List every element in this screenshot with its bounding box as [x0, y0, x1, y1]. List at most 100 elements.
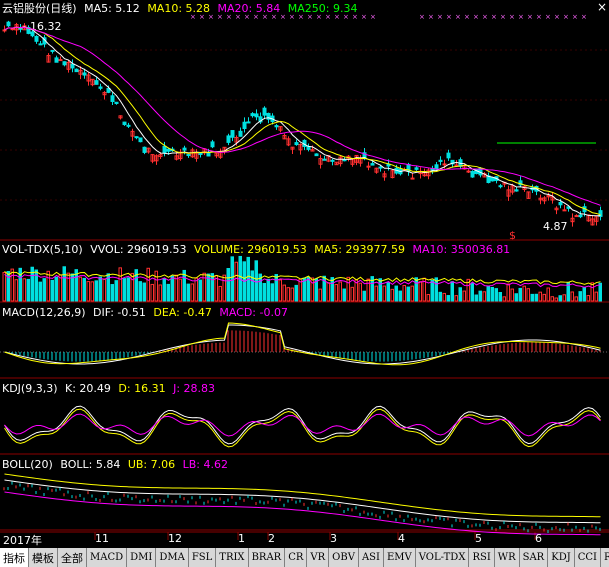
candle [438, 159, 443, 162]
candle [114, 101, 119, 104]
tab-trix[interactable]: TRIX [216, 548, 249, 567]
volume-bar [78, 276, 82, 302]
volume-bar [158, 284, 162, 302]
volume-bar [26, 278, 30, 302]
tab-template[interactable]: 模板 [29, 548, 58, 567]
volume-bar [526, 288, 530, 302]
volume-bar [550, 296, 554, 302]
candle [442, 163, 447, 166]
volume-bar [190, 283, 194, 302]
signal-marker: × [464, 13, 470, 21]
candle [558, 201, 563, 206]
volume-bar [98, 276, 102, 302]
volume-bar [38, 281, 42, 302]
tab-cr[interactable]: CR [285, 548, 308, 567]
volume-bar [530, 293, 534, 302]
candle [514, 189, 519, 192]
candle [246, 121, 251, 124]
chart-canvas[interactable]: × × × × × × × × × × × × × × × × × × × × × × × × × × × × × × × × × × × × × × × × [0, 0, 609, 548]
tab-vol-tdx[interactable]: VOL-TDX [415, 548, 470, 567]
volume-bar [306, 276, 310, 302]
volume-bar [518, 287, 522, 302]
signal-marker: × [428, 13, 434, 21]
candle [378, 166, 383, 169]
tab-sar[interactable]: SAR [519, 548, 549, 567]
tab-kdj[interactable]: KDJ [548, 548, 575, 567]
volume-bar [318, 288, 322, 302]
signal-marker: × [199, 13, 205, 21]
volume-bar [398, 290, 402, 302]
volume-bar [234, 261, 238, 302]
signal-marker: × [280, 13, 286, 21]
tab-cci[interactable]: CCI [574, 548, 601, 567]
volume-bar [22, 278, 26, 302]
volume-bar [250, 270, 254, 302]
signal-marker: × [554, 13, 560, 21]
signal-marker: × [271, 13, 277, 21]
volume-bar [378, 278, 382, 302]
candle [498, 185, 503, 188]
volume-bar [10, 268, 14, 302]
volume-bar [366, 278, 370, 302]
volume-bar [406, 286, 410, 302]
tab-fsl[interactable]: FSL [188, 548, 217, 567]
signal-marker: × [563, 13, 569, 21]
volume-bar [598, 282, 602, 302]
tab-indicator[interactable]: 指标 [0, 548, 29, 567]
volume-bar [542, 293, 546, 302]
volume-bar [418, 281, 422, 302]
candle [126, 124, 131, 127]
tab-roc[interactable]: ROC [600, 548, 609, 567]
tab-obv[interactable]: OBV [329, 548, 359, 567]
candle [138, 137, 143, 143]
volume-bar [198, 279, 202, 302]
tab-asi[interactable]: ASI [358, 548, 384, 567]
tab-dmi[interactable]: DMI [127, 548, 157, 567]
tab-all[interactable]: 全部 [58, 548, 87, 567]
volume-bar [494, 288, 498, 302]
candle [466, 170, 471, 173]
tab-brar[interactable]: BRAR [248, 548, 286, 567]
tab-dma[interactable]: DMA [156, 548, 189, 567]
signal-marker: × [545, 13, 551, 21]
candle [366, 165, 371, 168]
date-label-apr: 4 [398, 532, 405, 545]
volume-bar [290, 287, 294, 302]
candle [206, 152, 211, 157]
candle [210, 141, 215, 148]
candle [122, 121, 127, 126]
signal-marker: × [572, 13, 578, 21]
tab-vr[interactable]: VR [307, 548, 330, 567]
candle [94, 80, 99, 85]
volume-bar [94, 280, 98, 302]
signal-marker: × [527, 13, 533, 21]
signal-marker: × [235, 13, 241, 21]
candle [2, 29, 7, 32]
volume-bar [338, 281, 342, 302]
signal-marker: × [482, 13, 488, 21]
candle [162, 145, 167, 154]
tab-emv[interactable]: EMV [383, 548, 416, 567]
candle [82, 72, 87, 76]
tab-wr[interactable]: WR [494, 548, 520, 567]
candle [18, 27, 23, 30]
signal-marker: × [244, 13, 250, 21]
candle [142, 146, 147, 153]
candle [574, 215, 579, 218]
volume-bar [522, 285, 526, 302]
volume-bar [326, 282, 330, 302]
tab-macd[interactable]: MACD [87, 548, 128, 567]
volume-bar [390, 288, 394, 302]
volume-bar [102, 278, 106, 302]
candle [166, 148, 171, 152]
volume-bar [266, 278, 270, 302]
dif-line [4, 324, 601, 365]
candle [38, 43, 43, 46]
volume-bar [438, 291, 442, 302]
volume-bar [90, 281, 94, 302]
volume-bar [210, 273, 214, 302]
tab-rsi[interactable]: RSI [469, 548, 495, 567]
signal-marker: × [190, 13, 196, 21]
volume-bar [442, 292, 446, 302]
candle [186, 154, 191, 157]
